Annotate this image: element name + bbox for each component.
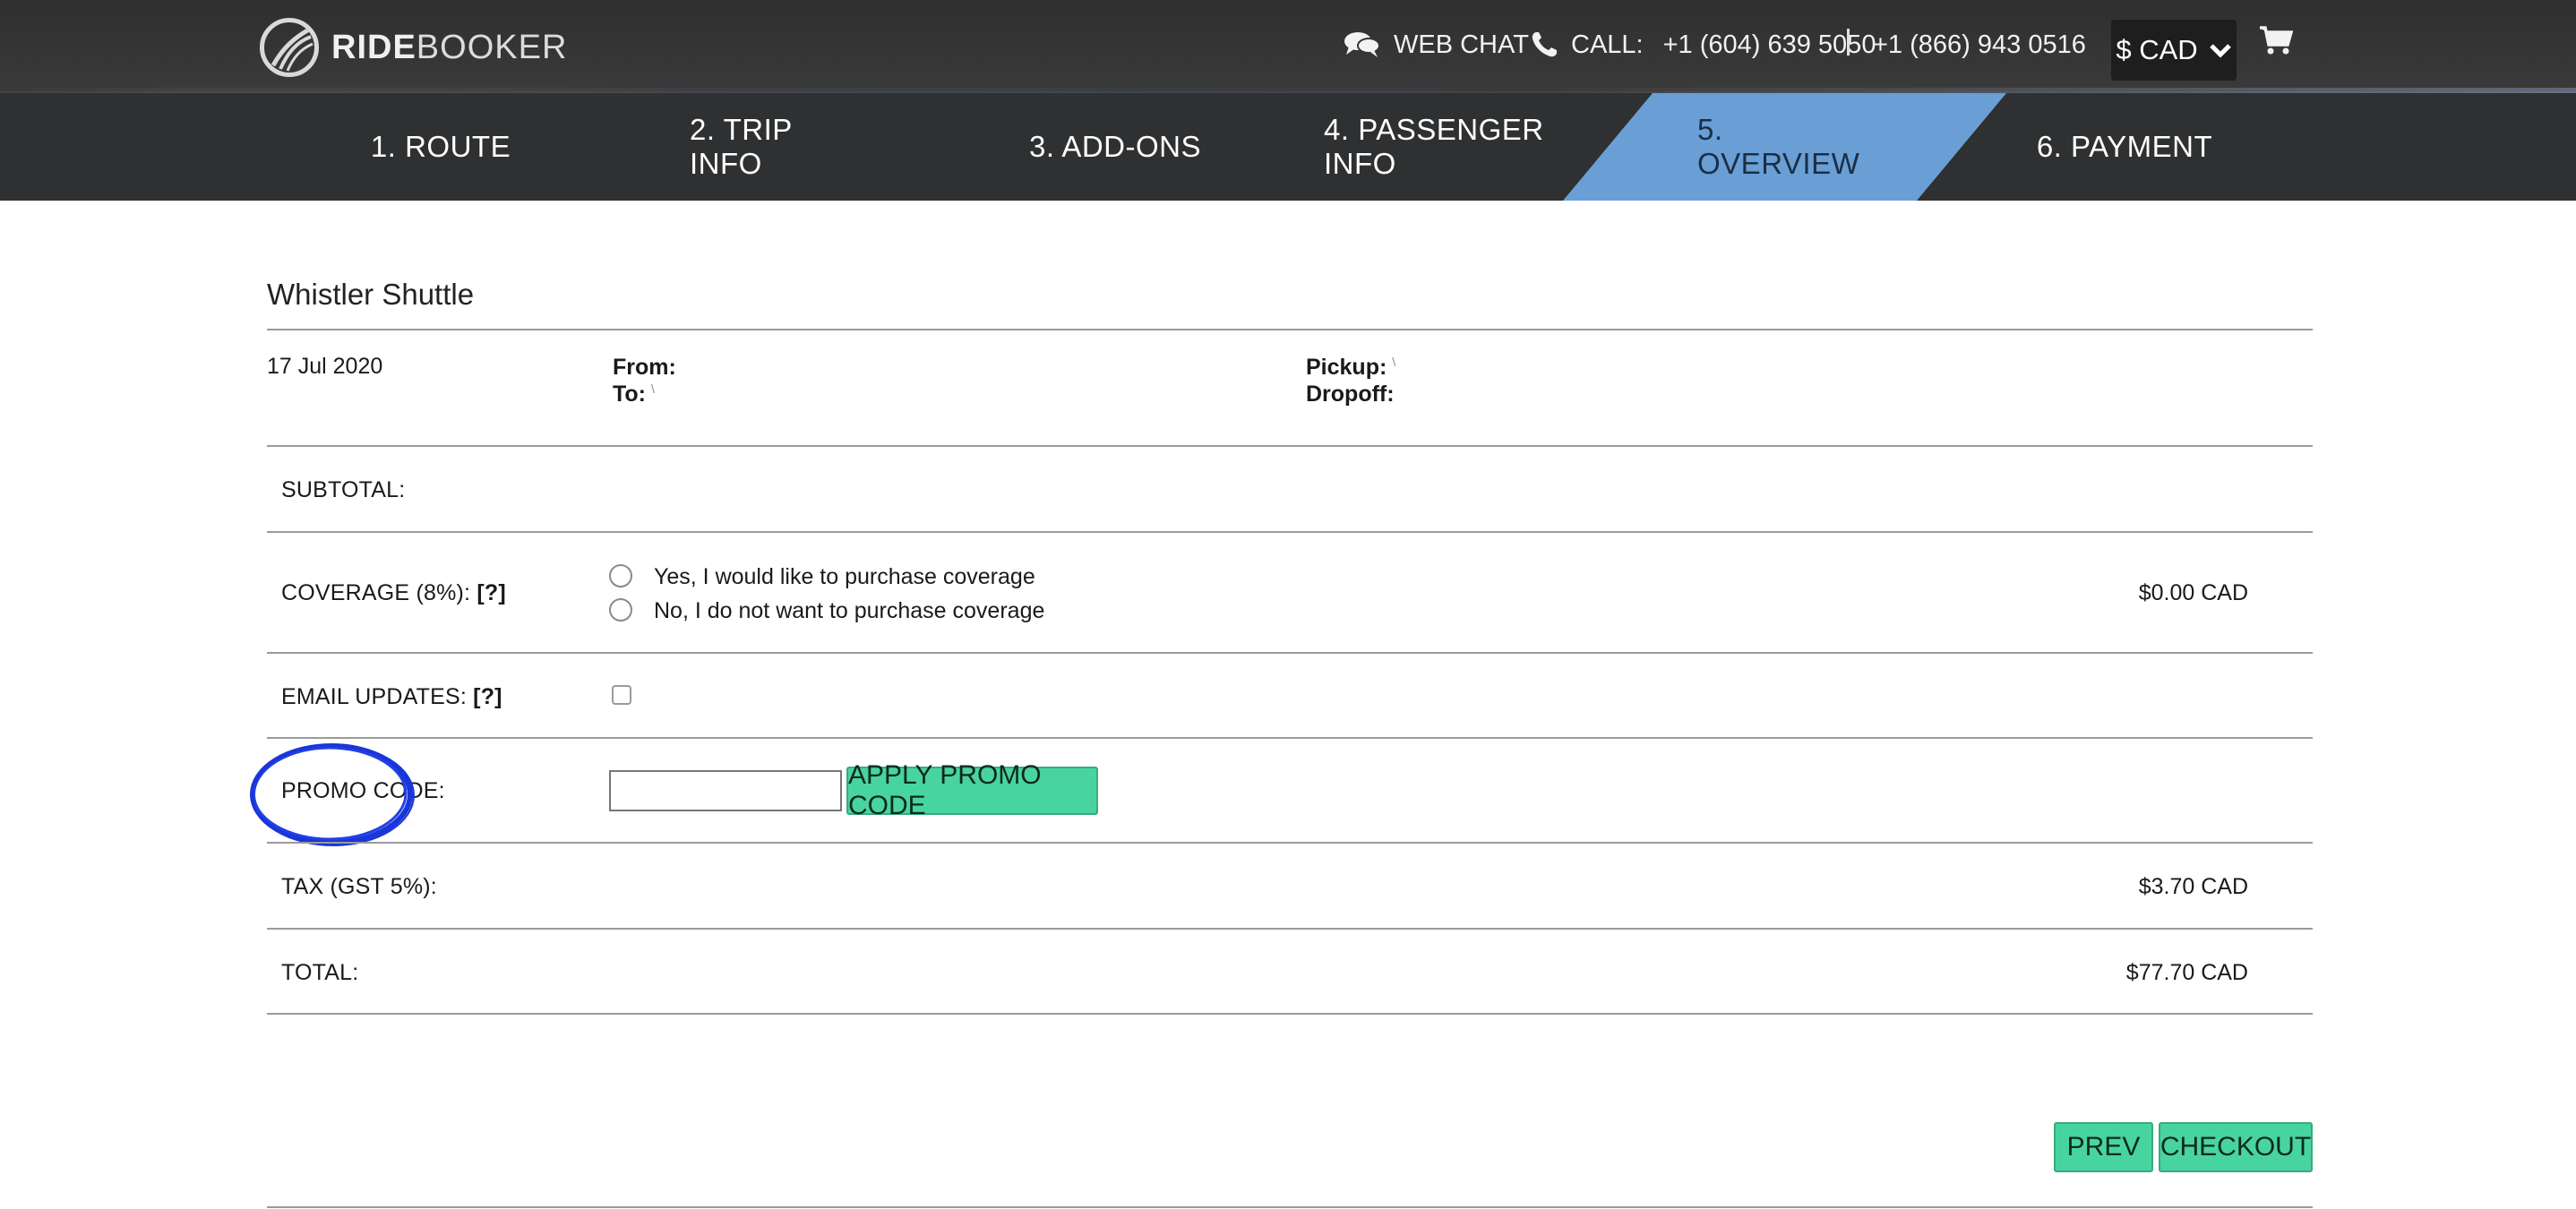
- from-label: From:: [613, 355, 676, 380]
- logo-text-light: BOOKER: [416, 28, 568, 66]
- email-updates-checkbox[interactable]: [612, 685, 631, 705]
- pickup-label: Pickup: \: [1306, 355, 1395, 381]
- pickup-label-text: Pickup:: [1306, 355, 1387, 380]
- dropoff-label: Dropoff:: [1306, 382, 1395, 407]
- subtotal-label: SUBTOTAL:: [281, 477, 406, 502]
- chat-bubbles-icon: [1344, 32, 1380, 57]
- divider: [267, 531, 2313, 533]
- divider: [267, 329, 2313, 330]
- web-chat-link[interactable]: WEB CHAT: [1344, 25, 1529, 64]
- trip-title: Whistler Shuttle: [267, 278, 475, 311]
- coverage-amount: $0.00 CAD: [2138, 580, 2248, 605]
- divider: [267, 842, 2313, 844]
- phone-number-tollfree[interactable]: +1 (866) 943 0516: [1873, 25, 2086, 64]
- logo-wordmark: RIDEBOOKER: [331, 29, 567, 67]
- coverage-no-radio[interactable]: [609, 598, 632, 622]
- currency-selector[interactable]: $ CAD: [2111, 20, 2237, 81]
- phone-divider: [1847, 29, 1850, 56]
- apply-promo-code-button[interactable]: APPLY PROMO CODE: [846, 760, 1098, 820]
- ridebooker-logo[interactable]: RIDEBOOKER: [260, 18, 567, 77]
- step-payment[interactable]: 6. PAYMENT: [2035, 93, 2214, 201]
- email-updates-label-text: EMAIL UPDATES:: [281, 684, 468, 709]
- total-amount: $77.70 CAD: [2125, 960, 2248, 985]
- annotation-circle: [250, 743, 415, 846]
- logo-text-bold: RIDE: [331, 28, 416, 66]
- step-route[interactable]: 1. ROUTE: [351, 93, 530, 201]
- divider: [267, 928, 2313, 930]
- to-label-text: To:: [613, 382, 647, 407]
- shopping-cart-icon: [2260, 26, 2294, 55]
- step-add-ons[interactable]: 3. ADD-ONS: [1026, 93, 1205, 201]
- prev-button[interactable]: PREV: [2054, 1122, 2153, 1172]
- call-section: CALL: +1 (604) 639 5050: [1530, 25, 1876, 64]
- divider: [267, 1206, 2313, 1208]
- cart-button[interactable]: [2259, 25, 2294, 62]
- step-passenger-info[interactable]: 4. PASSENGER INFO: [1324, 93, 1584, 201]
- step-trip-info[interactable]: 2. TRIP INFO: [690, 93, 869, 201]
- checkout-button[interactable]: CHECKOUT: [2159, 1122, 2313, 1172]
- divider: [267, 445, 2313, 447]
- coverage-yes-label[interactable]: Yes, I would like to purchase coverage: [654, 564, 1035, 590]
- divider: [267, 1013, 2313, 1015]
- coverage-label: COVERAGE (8%): [?]: [281, 580, 506, 606]
- tax-label: TAX (GST 5%):: [281, 874, 437, 899]
- promo-code-input[interactable]: [609, 770, 842, 811]
- divider: [267, 652, 2313, 654]
- call-label: CALL:: [1571, 30, 1644, 59]
- divider: [267, 737, 2313, 739]
- step-overview[interactable]: 5. OVERVIEW: [1697, 93, 1881, 201]
- coverage-no-label[interactable]: No, I do not want to purchase coverage: [654, 598, 1044, 624]
- pickup-value: \: [1392, 355, 1396, 369]
- coverage-help-link[interactable]: [?]: [477, 580, 506, 605]
- chevron-down-icon: [2209, 44, 2231, 58]
- total-label: TOTAL:: [281, 960, 359, 985]
- tax-amount: $3.70 CAD: [2138, 874, 2248, 899]
- phone-number-local[interactable]: +1 (604) 639 5050: [1663, 30, 1876, 60]
- booking-steps-nav: 1. ROUTE 2. TRIP INFO 3. ADD-ONS 4. PASS…: [0, 93, 2576, 201]
- phone-icon: [1532, 32, 1557, 57]
- top-header: RIDEBOOKER WEB CHAT CALL: +1 (604) 639 5…: [0, 0, 2576, 93]
- web-chat-label: WEB CHAT: [1394, 30, 1529, 59]
- to-value: \: [651, 382, 655, 396]
- ridebooker-logo-icon: [260, 18, 319, 77]
- email-help-link[interactable]: [?]: [473, 684, 502, 709]
- coverage-yes-radio[interactable]: [609, 564, 632, 587]
- trip-date: 17 Jul 2020: [267, 354, 383, 379]
- coverage-label-text: COVERAGE (8%):: [281, 580, 471, 605]
- to-label: To: \: [613, 382, 655, 407]
- email-updates-label: EMAIL UPDATES: [?]: [281, 684, 502, 710]
- currency-label: $ CAD: [2116, 34, 2198, 65]
